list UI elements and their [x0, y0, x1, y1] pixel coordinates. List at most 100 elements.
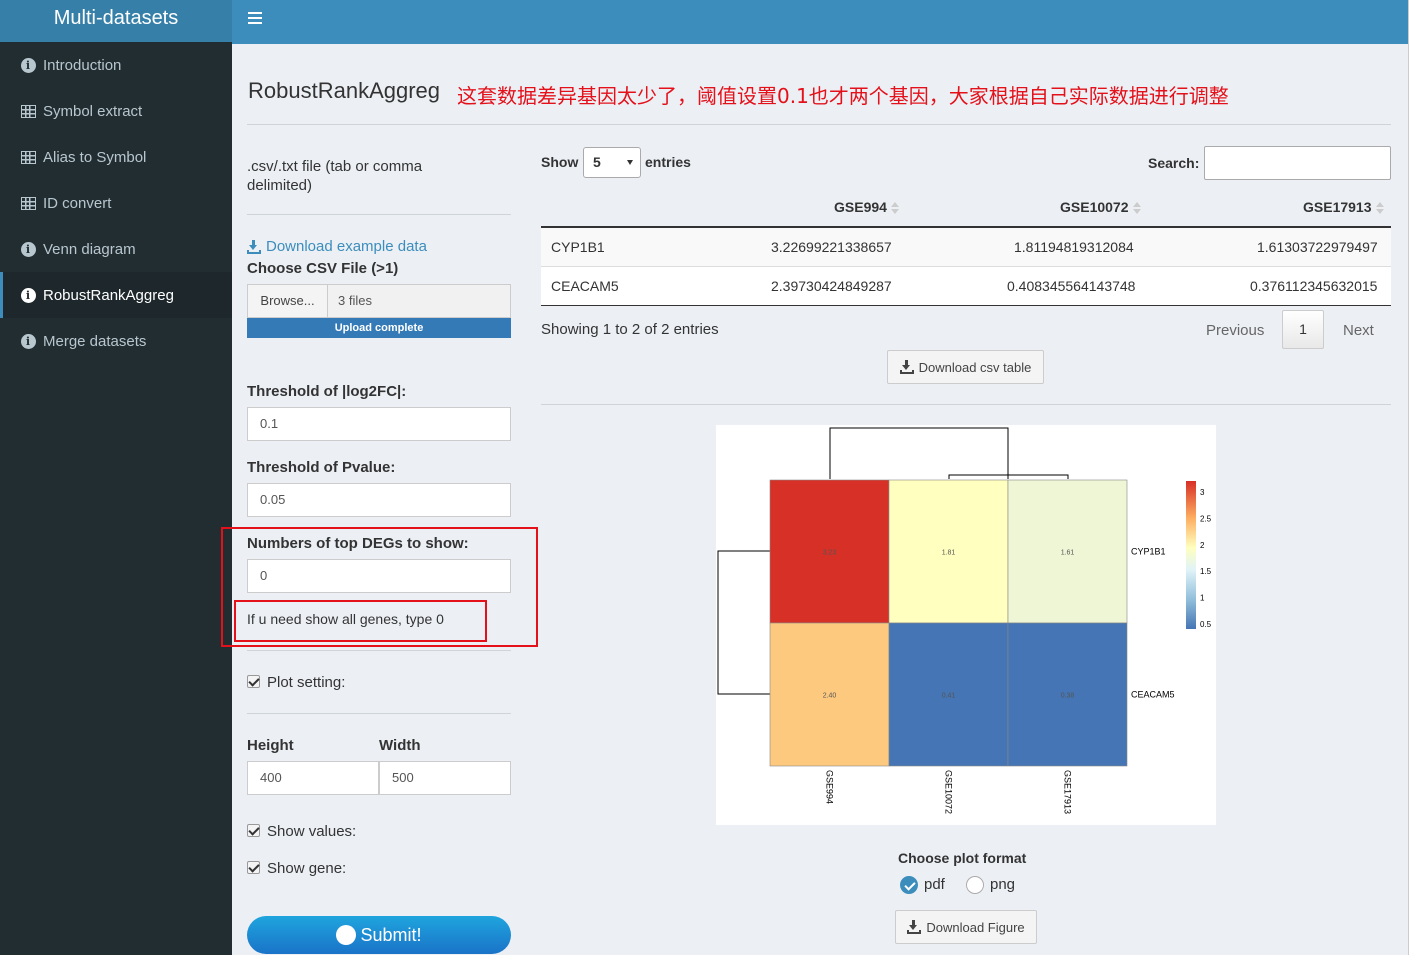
- brand-title[interactable]: Multi-datasets: [0, 0, 232, 42]
- submit-icon: [336, 925, 357, 945]
- show-gene-checkbox[interactable]: [247, 861, 260, 874]
- table-row: CEACAM5 2.39730424849287 0.4083455641437…: [541, 267, 1391, 306]
- pdf-radio[interactable]: [900, 876, 918, 894]
- sidebar-item-label: RobustRankAggreg: [43, 286, 174, 304]
- previous-button[interactable]: Previous: [1206, 322, 1264, 339]
- next-button[interactable]: Next: [1343, 322, 1374, 339]
- table-cell: CYP1B1: [551, 239, 605, 255]
- sidebar-item-alias-to-symbol[interactable]: Alias to Symbol: [0, 134, 232, 180]
- show-label: Show: [541, 154, 579, 170]
- heatmap-cell-label: 1.61: [1061, 550, 1075, 557]
- sidebar-item-label: Introduction: [43, 56, 122, 74]
- title-divider: [247, 124, 1391, 125]
- file-format-label: .csv/.txt file (tab or comma delimited): [247, 158, 423, 194]
- png-radio[interactable]: [966, 876, 984, 894]
- download-icon: [899, 360, 914, 374]
- sidebar-item-label: Merge datasets: [43, 332, 147, 350]
- heatmap-row-label: CEACAM5: [1131, 690, 1175, 700]
- legend-tick-label: 2.5: [1200, 514, 1212, 523]
- table-cell: 0.376112345632015: [1250, 278, 1378, 294]
- heatmap-figure: 3.23 1.81 1.61 2.40 0.41 0.38 CYP1B1 CEACAM5 G…: [716, 425, 1216, 825]
- download-figure-button[interactable]: Download Figure: [895, 910, 1037, 944]
- dendrogram-branch: [829, 427, 1009, 479]
- topdeg-hint: If u need show all genes, type 0: [247, 611, 444, 627]
- table-cell: 2.39730424849287: [771, 278, 892, 294]
- choose-csv-label: Choose CSV File (>1): [247, 260, 399, 277]
- table-icon: [20, 196, 36, 210]
- heatmap-column-label: GSE994: [825, 770, 835, 804]
- pvalue-input[interactable]: 0.05: [247, 483, 511, 517]
- legend-tick-label: 2: [1200, 541, 1205, 550]
- plot-setting-label: Plot setting:: [267, 674, 346, 691]
- form-divider: [247, 650, 511, 651]
- sort-icon: [1132, 202, 1141, 215]
- sidebar: Multi-datasets i Introduction Symbol ext…: [0, 0, 232, 955]
- heatmap-row-labels: CYP1B1 CEACAM5: [1131, 547, 1175, 700]
- heatmap-cells: [769, 479, 1128, 767]
- file-count: 3 files: [328, 285, 510, 317]
- column-header-gse10072[interactable]: GSE10072: [1060, 199, 1141, 215]
- png-label: png: [990, 876, 1016, 893]
- plot-setting-checkbox[interactable]: [247, 675, 260, 688]
- page-note: 这套数据差异基因太少了，阈值设置0.1也才两个基因，大家根据自己实际数据进行调整: [457, 84, 1229, 108]
- legend-ticks: 3 2.5 2 1.5 1 0.5: [1200, 488, 1212, 629]
- legend-tick-label: 1: [1200, 594, 1205, 603]
- legend-color-bar: [1186, 481, 1196, 629]
- sidebar-item-id-convert[interactable]: ID convert: [0, 180, 232, 226]
- search-label: Search:: [1148, 155, 1200, 171]
- width-label: Width: [379, 737, 421, 754]
- dendrogram-branch: [717, 550, 770, 695]
- topdeg-input[interactable]: 0: [247, 559, 511, 593]
- table-icon: [20, 104, 36, 118]
- height-input[interactable]: 400: [247, 761, 379, 795]
- download-example-link[interactable]: Download example data: [247, 238, 427, 255]
- column-dendrogram: [829, 427, 1069, 479]
- browse-button[interactable]: Browse...: [248, 285, 328, 317]
- form-divider: [247, 214, 511, 215]
- sidebar-item-robustrankaggreg[interactable]: i RobustRankAggreg: [0, 272, 232, 318]
- show-values-checkbox[interactable]: [247, 824, 260, 837]
- table-row: CYP1B1 3.22699221338657 1.81194819312084…: [541, 228, 1391, 267]
- sort-icon: [1375, 202, 1384, 215]
- table-bottom-border: [541, 305, 1391, 306]
- info-icon: i: [20, 57, 36, 73]
- section-divider: [541, 404, 1391, 405]
- download-csv-button[interactable]: Download csv table: [887, 350, 1044, 384]
- submit-button[interactable]: Submit!: [247, 916, 511, 954]
- download-icon: [907, 920, 922, 934]
- column-header-gse17913[interactable]: GSE17913: [1303, 199, 1384, 215]
- sidebar-item-symbol-extract[interactable]: Symbol extract: [0, 88, 232, 134]
- table-cell: 1.61303722979497: [1257, 239, 1378, 255]
- width-input[interactable]: 500: [379, 761, 511, 795]
- page-size-select[interactable]: 5: [583, 147, 641, 178]
- download-icon: [247, 239, 261, 254]
- page-1-button[interactable]: 1: [1282, 310, 1324, 349]
- log2fc-label: Threshold of |log2FC|:: [247, 383, 407, 400]
- form-divider: [247, 713, 511, 714]
- table-cell: 3.22699221338657: [771, 239, 892, 255]
- sidebar-toggle-icon[interactable]: [248, 12, 262, 24]
- pvalue-label: Threshold of Pvalue:: [247, 459, 396, 476]
- heatmap-cell-label: 1.81: [942, 550, 956, 557]
- page-title: RobustRankAggreg: [248, 78, 441, 103]
- file-upload-field[interactable]: Browse... 3 files: [247, 284, 511, 318]
- sidebar-item-label: Venn diagram: [43, 240, 136, 258]
- show-values-label: Show values:: [267, 823, 357, 840]
- search-input[interactable]: [1204, 146, 1391, 180]
- heatmap-column-labels: GSE994 GSE10072 GSE17913: [825, 770, 1073, 814]
- info-icon: i: [20, 287, 36, 303]
- sidebar-item-venn-diagram[interactable]: i Venn diagram: [0, 226, 232, 272]
- topdeg-label: Numbers of top DEGs to show:: [247, 535, 469, 552]
- column-header-gse994[interactable]: GSE994: [834, 199, 899, 215]
- top-navbar: [232, 0, 1408, 44]
- sidebar-item-introduction[interactable]: i Introduction: [0, 42, 232, 88]
- log2fc-input[interactable]: 0.1: [247, 407, 511, 441]
- heatmap-cell-label: 3.23: [823, 550, 837, 557]
- info-icon: i: [20, 241, 36, 257]
- sidebar-item-merge-datasets[interactable]: i Merge datasets: [0, 318, 232, 364]
- table-info: Showing 1 to 2 of 2 entries: [541, 321, 719, 338]
- entries-label: entries: [645, 154, 691, 170]
- row-dendrogram: [717, 550, 770, 695]
- table-cell: 1.81194819312084: [1014, 239, 1134, 255]
- legend-tick-label: 1.5: [1200, 567, 1212, 576]
